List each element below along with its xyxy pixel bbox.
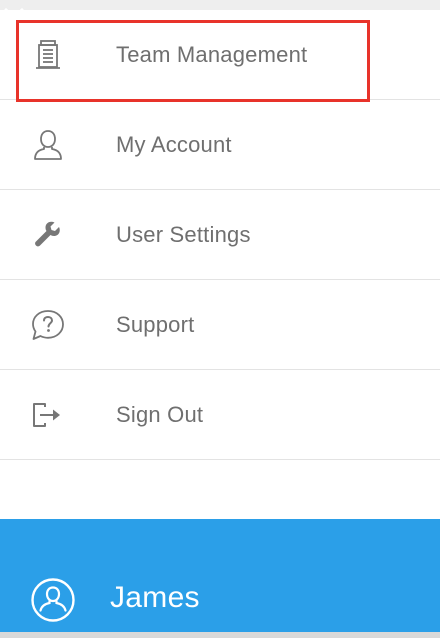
menu-item-label: My Account [116,131,232,157]
sign-out-icon [28,395,68,435]
menu-item-label: Team Management [116,41,308,67]
menu-item-team-management[interactable]: Team Management [0,10,440,100]
menu-item-support[interactable]: Support [0,280,440,370]
user-icon [28,125,68,165]
menu-item-label: Support [116,311,195,337]
user-bar[interactable]: James [0,519,440,632]
bottom-strip [0,632,440,638]
user-name: James [110,581,200,614]
menu-item-label: Sign Out [116,401,204,427]
user-circle-icon [30,577,76,623]
menu-item-label: User Settings [116,221,251,247]
menu-spacer [0,460,440,498]
wrench-icon [28,215,68,255]
menu-item-sign-out[interactable]: Sign Out [0,370,440,460]
top-strip [0,0,440,10]
side-menu: Team Management My Account User Settings [0,10,440,498]
menu-item-user-settings[interactable]: User Settings [0,190,440,280]
menu-item-my-account[interactable]: My Account [0,100,440,190]
building-icon [28,35,68,75]
help-bubble-icon [28,305,68,345]
chevron-down-icon[interactable] [0,0,28,33]
